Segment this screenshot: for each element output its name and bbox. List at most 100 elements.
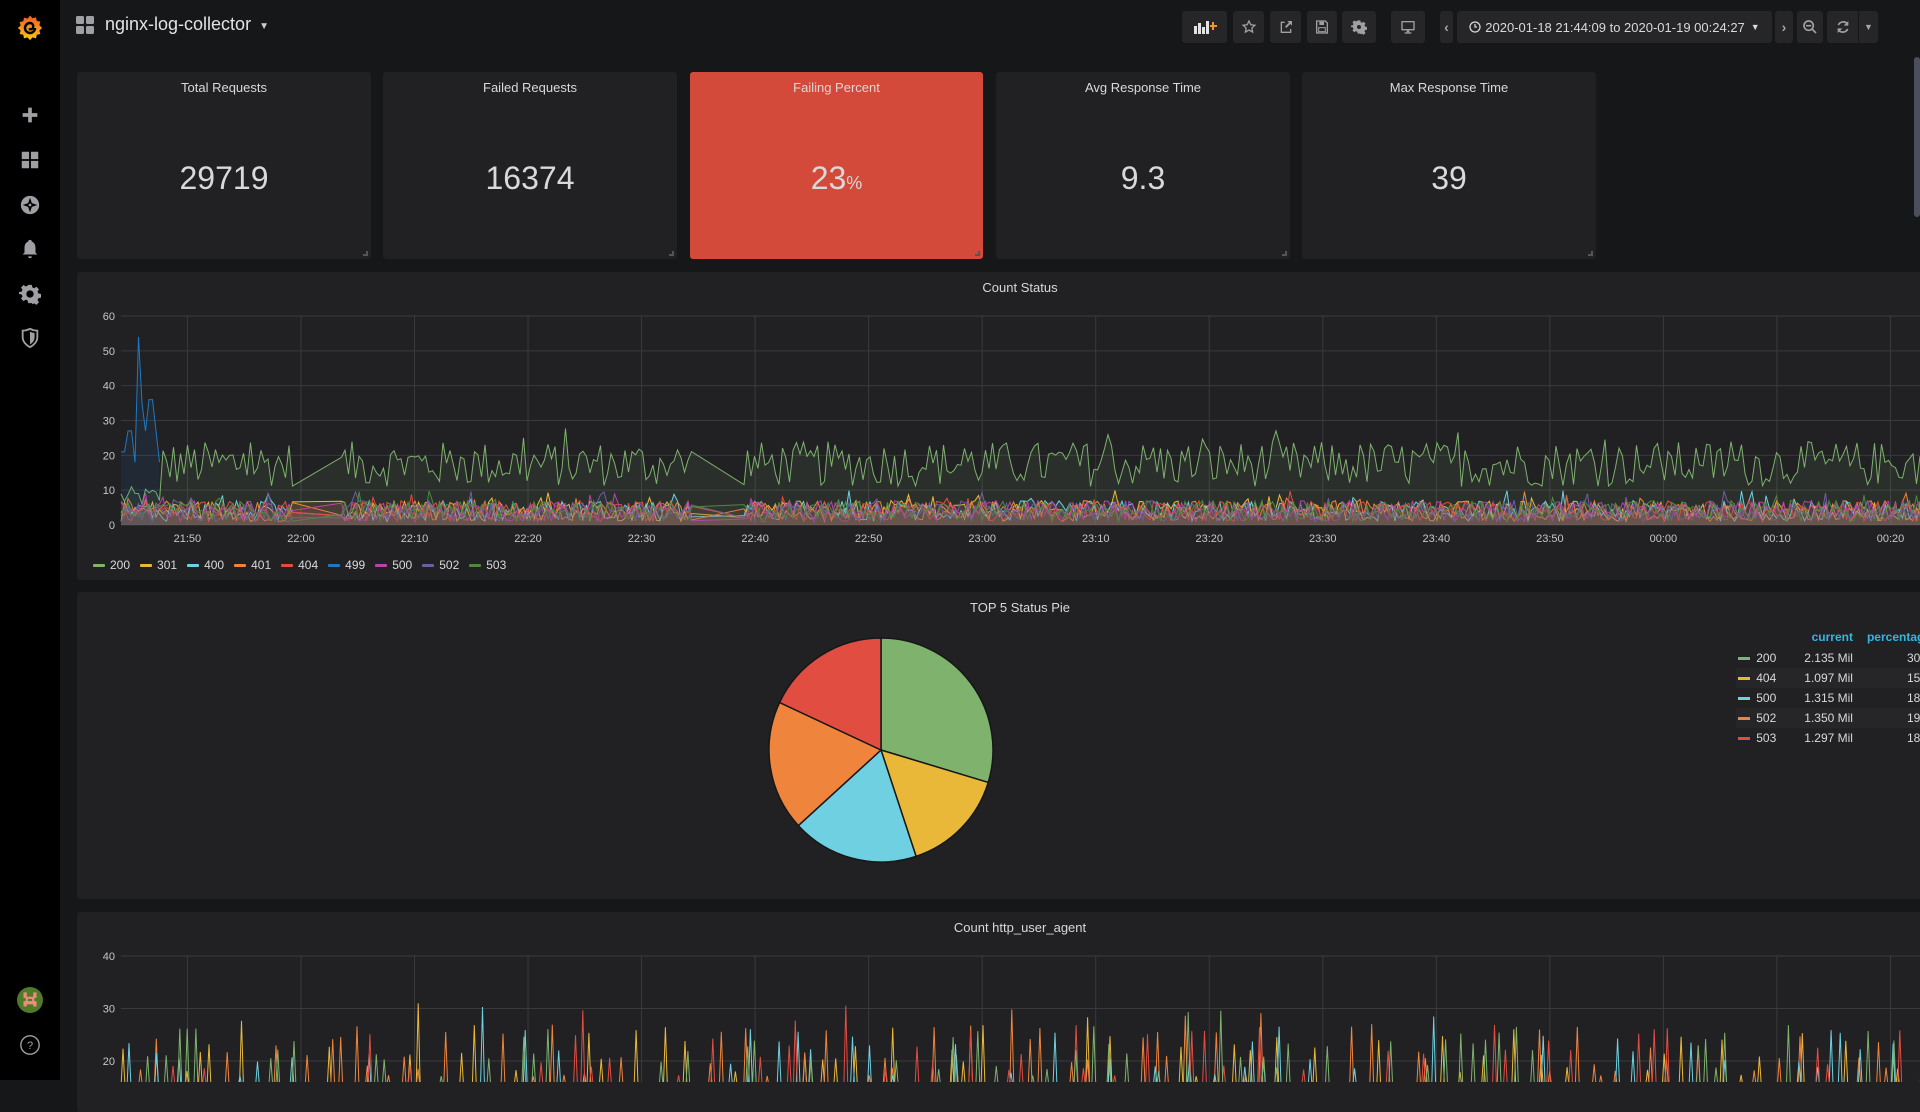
legend-current: 1.315 Mil: [1776, 688, 1853, 708]
sidebar-item-dashboards[interactable]: [0, 138, 60, 182]
legend-percentage: 18%: [1853, 728, 1920, 748]
y-tick-label: 40: [103, 951, 115, 963]
svg-text:?: ?: [27, 1040, 33, 1052]
legend-swatch: [328, 564, 340, 567]
stat-panel-max-response-time[interactable]: Max Response Time 39: [1302, 72, 1596, 259]
stat-panel-failed-requests[interactable]: Failed Requests 16374: [383, 72, 677, 259]
stat-number: 39: [1431, 160, 1467, 196]
grafana-logo-icon[interactable]: [0, 5, 60, 51]
legend-swatch: [1736, 728, 1750, 748]
pie-panel-top5-status[interactable]: TOP 5 Status Pie current percentage 2002…: [77, 592, 1920, 899]
legend-item-200[interactable]: 200: [93, 558, 130, 572]
resize-handle[interactable]: [669, 251, 674, 256]
resize-handle[interactable]: [1588, 251, 1593, 256]
user-agent-chart[interactable]: 203040: [77, 912, 1920, 1082]
zoom-out-button[interactable]: [1797, 11, 1823, 43]
legend-header-percentage[interactable]: percentage: [1853, 630, 1920, 648]
legend-percentage: 30%: [1853, 648, 1920, 668]
time-range-label: 2020-01-18 21:44:09 to 2020-01-19 00:24:…: [1485, 20, 1745, 35]
legend-item-503[interactable]: 503: [469, 558, 506, 572]
time-range-back-button[interactable]: ‹: [1440, 11, 1453, 43]
resize-handle[interactable]: [1282, 251, 1287, 256]
legend-item-499[interactable]: 499: [328, 558, 365, 572]
panel-title: Total Requests: [77, 80, 371, 95]
y-tick-label: 30: [103, 416, 115, 428]
series-line-2: [127, 1007, 1920, 1082]
legend-item-500[interactable]: 500: [375, 558, 412, 572]
legend-swatch: [1736, 708, 1750, 728]
pie-legend-row[interactable]: 5001.315 Mil18%: [1736, 688, 1920, 708]
y-tick-label: 0: [109, 520, 115, 532]
y-tick-label: 20: [103, 450, 115, 462]
legend-item-401[interactable]: 401: [234, 558, 271, 572]
stat-panel-avg-response-time[interactable]: Avg Response Time 9.3: [996, 72, 1290, 259]
pie-legend-row[interactable]: 4041.097 Mil15%: [1736, 668, 1920, 688]
y-tick-label: 30: [103, 1004, 115, 1016]
pie-legend-row[interactable]: 5031.297 Mil18%: [1736, 728, 1920, 748]
legend-item-400[interactable]: 400: [187, 558, 224, 572]
chevron-left-icon: ‹: [1444, 19, 1449, 35]
legend-label: 404: [1750, 668, 1776, 688]
tv-mode-button[interactable]: [1391, 11, 1425, 43]
user-avatar[interactable]: [0, 978, 60, 1022]
y-tick-label: 50: [103, 346, 115, 358]
help-button[interactable]: ?: [0, 1023, 60, 1067]
add-panel-button[interactable]: [1182, 11, 1227, 43]
legend-item-502[interactable]: 502: [422, 558, 459, 572]
dashboard-title: nginx-log-collector: [105, 14, 251, 35]
sidebar-item-configuration[interactable]: [0, 272, 60, 316]
status-pie-chart[interactable]: [731, 600, 1031, 900]
graph-panel-user-agent[interactable]: Count http_user_agent 203040: [77, 912, 1920, 1112]
graph-legend: 200 301 400 401 404 499 500 502 503: [93, 558, 506, 572]
scrollbar[interactable]: [1914, 57, 1920, 217]
time-range-picker[interactable]: 2020-01-18 21:44:09 to 2020-01-19 00:24:…: [1457, 11, 1772, 43]
stat-value: 16374: [383, 160, 677, 197]
x-tick-label: 22:30: [628, 533, 656, 545]
sidebar-item-alerting[interactable]: [0, 227, 60, 271]
panel-title: Failing Percent: [690, 80, 983, 95]
legend-swatch: [187, 564, 199, 567]
legend-swatch: [234, 564, 246, 567]
stat-number: 16374: [486, 160, 575, 196]
legend-item-404[interactable]: 404: [281, 558, 318, 572]
y-tick-label: 40: [103, 381, 115, 393]
caret-down-icon: ▼: [1864, 22, 1873, 32]
compass-icon: [19, 194, 41, 216]
legend-item-301[interactable]: 301: [140, 558, 177, 572]
x-tick-label: 23:10: [1082, 533, 1110, 545]
pie-legend-row[interactable]: 5021.350 Mil19%: [1736, 708, 1920, 728]
legend-percentage: 15%: [1853, 668, 1920, 688]
resize-handle[interactable]: [975, 251, 980, 256]
stat-value: 29719: [77, 160, 371, 197]
save-button[interactable]: [1307, 11, 1337, 43]
x-tick-label: 23:40: [1423, 533, 1451, 545]
x-tick-label: 22:10: [401, 533, 429, 545]
time-range-forward-button[interactable]: ›: [1775, 11, 1793, 43]
legend-swatch: [281, 564, 293, 567]
stat-panel-failing-percent[interactable]: Failing Percent 23%: [690, 72, 983, 259]
x-tick-label: 22:50: [855, 533, 883, 545]
stat-panel-total-requests[interactable]: Total Requests 29719: [77, 72, 371, 259]
caret-down-icon: ▼: [1751, 22, 1760, 32]
legend-label: 503: [1750, 728, 1776, 748]
x-tick-label: 00:20: [1877, 533, 1905, 545]
dashboard-title-picker[interactable]: nginx-log-collector ▼: [75, 14, 269, 35]
stat-number: 29719: [180, 160, 269, 196]
refresh-button[interactable]: [1827, 11, 1858, 43]
share-button[interactable]: [1270, 11, 1301, 43]
sidebar-item-explore[interactable]: [0, 183, 60, 227]
gear-icon: [1351, 19, 1367, 35]
sidebar-item-create[interactable]: [0, 93, 60, 137]
x-tick-label: 23:30: [1309, 533, 1337, 545]
legend-label: 502: [439, 558, 459, 572]
star-button[interactable]: [1233, 11, 1264, 43]
pie-legend-row[interactable]: 2002.135 Mil30%: [1736, 648, 1920, 668]
dashboard-settings-button[interactable]: [1342, 11, 1376, 43]
graph-panel-count-status[interactable]: Count Status 010203040506021:5022:0022:1…: [77, 272, 1920, 580]
chevron-right-icon: ›: [1782, 19, 1787, 35]
resize-handle[interactable]: [363, 251, 368, 256]
legend-header-current[interactable]: current: [1776, 630, 1853, 648]
refresh-interval-picker[interactable]: ▼: [1859, 11, 1878, 43]
count-status-chart[interactable]: 010203040506021:5022:0022:1022:2022:3022…: [77, 272, 1920, 552]
sidebar-item-server-admin[interactable]: [0, 316, 60, 360]
